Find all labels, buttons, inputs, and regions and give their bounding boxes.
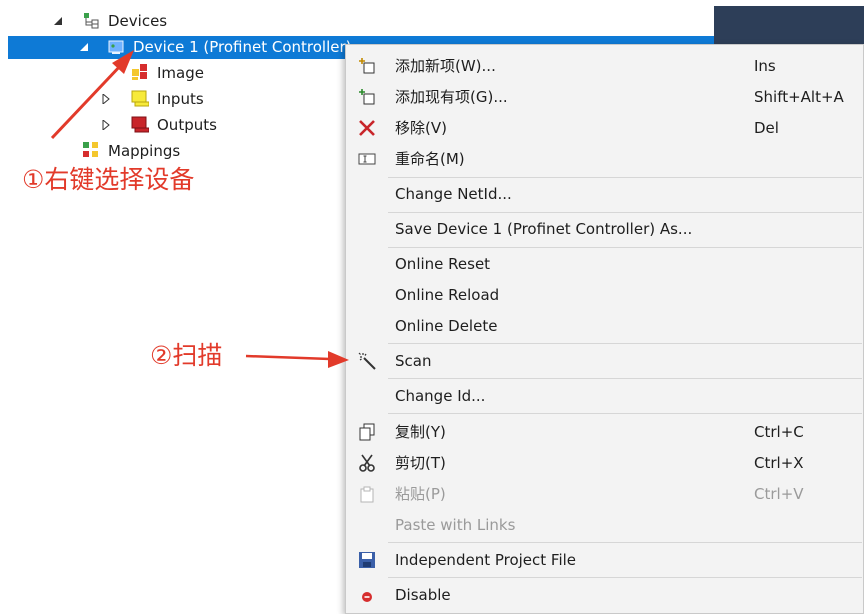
annotation-arrows: [50, 50, 349, 368]
arrow-to-device-icon: [50, 50, 134, 140]
arrow-to-scan-icon: [245, 351, 349, 368]
